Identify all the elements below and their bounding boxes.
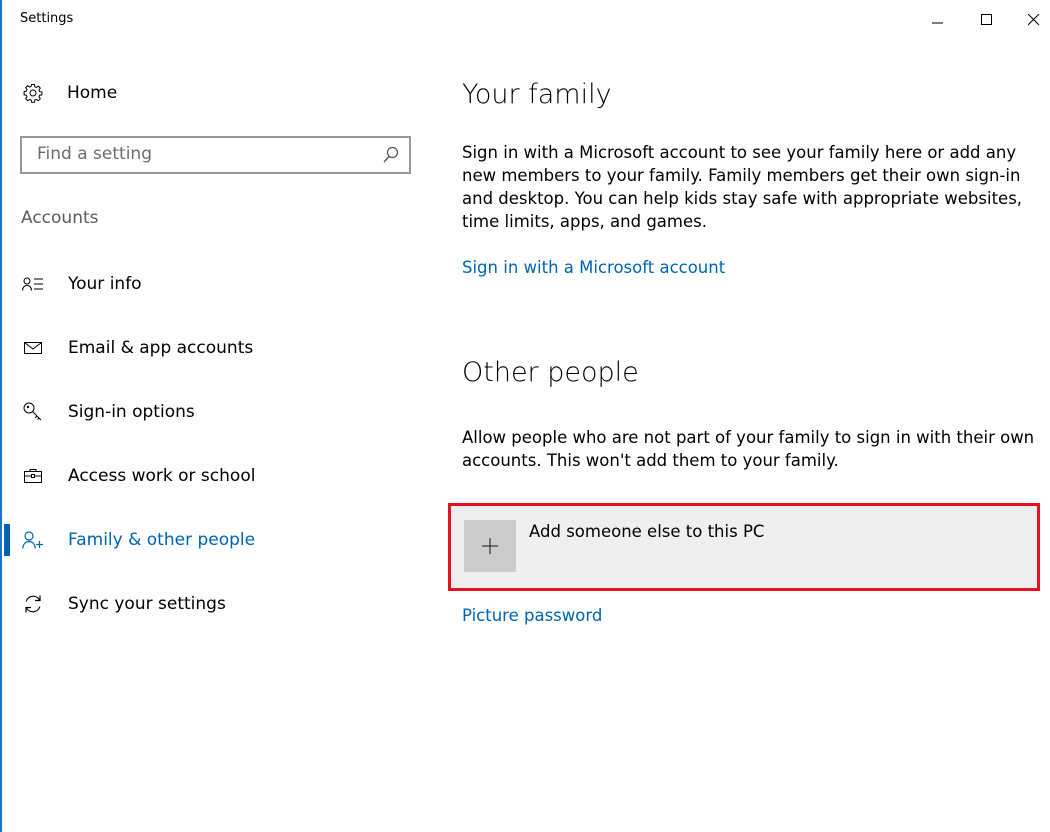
person-add-icon: [22, 529, 44, 551]
key-icon: [22, 401, 44, 423]
search-input[interactable]: [22, 138, 377, 170]
app-title: Settings: [20, 11, 74, 26]
person-list-icon: [22, 273, 44, 295]
family-description: Sign in with a Microsoft account to see …: [462, 143, 1023, 231]
window-border: [0, 0, 2, 832]
section-header-accounts: Accounts: [21, 208, 99, 228]
sidebar-item-label: Family & other people: [68, 530, 256, 550]
maximize-button[interactable]: [967, 6, 1007, 34]
other-people-description: Allow people who are not part of your fa…: [462, 428, 1035, 470]
plus-tile: [464, 520, 516, 572]
title-bar: Settings: [0, 0, 1050, 40]
sidebar-item-family[interactable]: Family & other people: [22, 520, 422, 560]
plus-icon: [482, 538, 498, 554]
gear-icon: [22, 82, 44, 104]
sidebar-item-label: Sync your settings: [68, 594, 226, 614]
sign-in-microsoft-link[interactable]: Sign in with a Microsoft account: [462, 258, 725, 277]
close-button[interactable]: [1014, 6, 1050, 34]
add-someone-label: Add someone else to this PC: [529, 522, 765, 541]
sidebar-item-your-info[interactable]: Your info: [22, 264, 422, 304]
other-people-heading: Other people: [462, 357, 639, 388]
sidebar-item-label: Email & app accounts: [68, 338, 254, 358]
sidebar-item-label: Access work or school: [68, 466, 256, 486]
nav-home[interactable]: Home: [22, 78, 117, 108]
briefcase-icon: [22, 465, 44, 487]
sidebar-item-label: Sign-in options: [68, 402, 195, 422]
sidebar-item-work-school[interactable]: Access work or school: [22, 456, 422, 496]
minimize-icon: [932, 22, 943, 24]
family-heading: Your family: [462, 79, 612, 110]
mail-icon: [22, 337, 44, 359]
sidebar-item-email-accounts[interactable]: Email & app accounts: [22, 328, 422, 368]
add-someone-button[interactable]: Add someone else to this PC: [448, 503, 1040, 591]
sidebar-item-sync[interactable]: Sync your settings: [22, 584, 422, 624]
picture-password-link[interactable]: Picture password: [462, 606, 602, 625]
selection-indicator: [4, 524, 10, 556]
search-icon[interactable]: [383, 146, 399, 168]
nav-home-label: Home: [67, 83, 118, 103]
search-box: [20, 136, 411, 174]
maximize-icon: [981, 14, 992, 25]
close-icon: [1028, 14, 1040, 26]
sidebar-item-sign-in-options[interactable]: Sign-in options: [22, 392, 422, 432]
minimize-button[interactable]: [918, 6, 958, 34]
sidebar-item-label: Your info: [68, 274, 142, 294]
sync-icon: [22, 593, 44, 615]
